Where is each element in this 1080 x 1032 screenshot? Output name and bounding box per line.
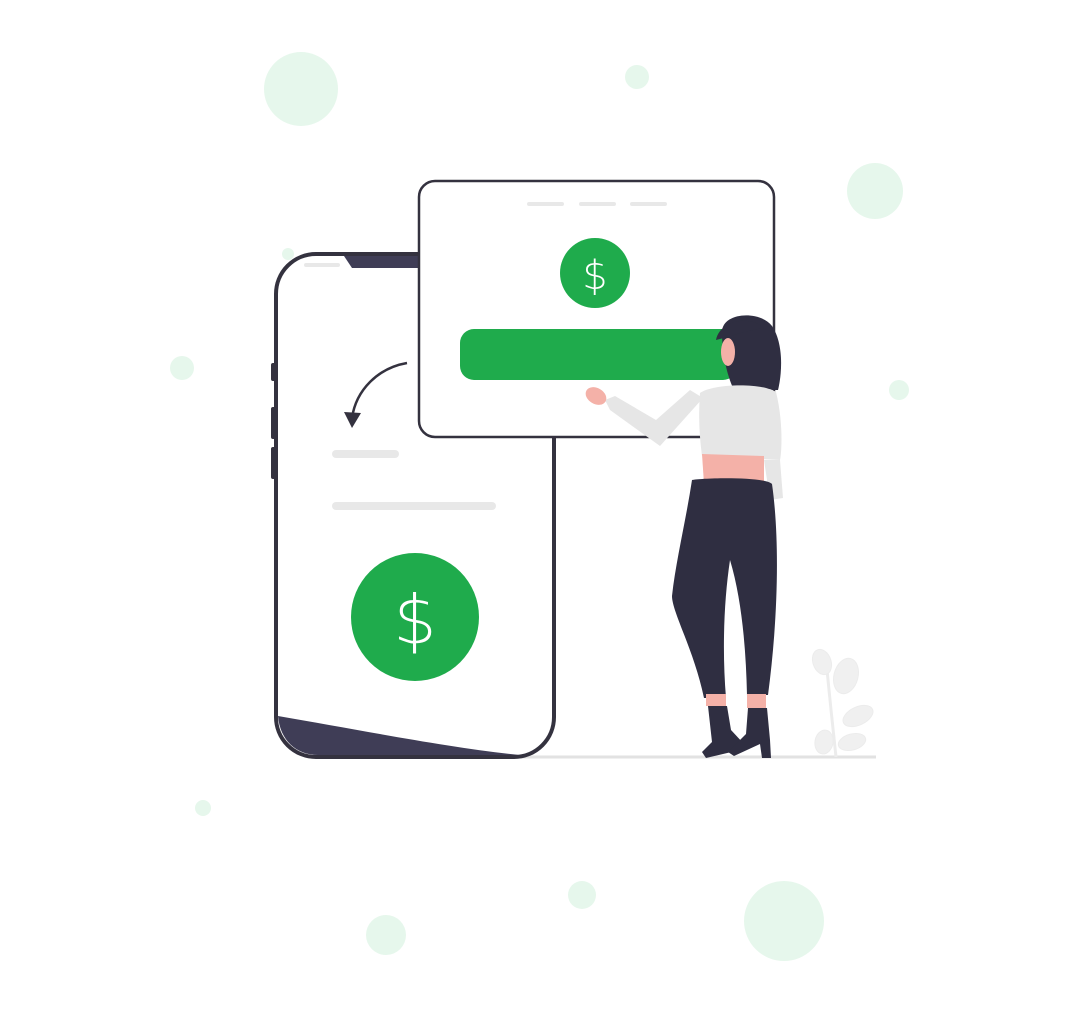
card-top-dash: [527, 202, 564, 206]
pay-button[interactable]: [460, 329, 737, 380]
bubble: [195, 800, 211, 816]
bubble: [366, 915, 406, 955]
payment-illustration: $ $: [170, 52, 909, 961]
dollar-icon: $: [582, 253, 607, 299]
dollar-icon: $: [393, 582, 436, 661]
face: [721, 338, 735, 366]
ankle: [747, 694, 766, 708]
bubble: [889, 380, 909, 400]
plant-icon: [811, 648, 874, 758]
bubble: [744, 881, 824, 961]
bubble: [170, 356, 194, 380]
bubble: [847, 163, 903, 219]
bubble: [282, 248, 294, 260]
phone-speaker: [304, 263, 340, 267]
shirt: [699, 385, 782, 460]
bubble: [568, 881, 596, 909]
pants: [672, 478, 777, 698]
phone-text-placeholder-short: [332, 450, 399, 458]
boot: [728, 708, 771, 758]
phone-text-placeholder-long: [332, 502, 496, 510]
ankle: [706, 694, 726, 706]
bubble: [625, 65, 649, 89]
bubble: [264, 52, 338, 126]
card-top-dash: [579, 202, 616, 206]
card-top-dash: [630, 202, 667, 206]
phone-notch: [344, 256, 420, 268]
